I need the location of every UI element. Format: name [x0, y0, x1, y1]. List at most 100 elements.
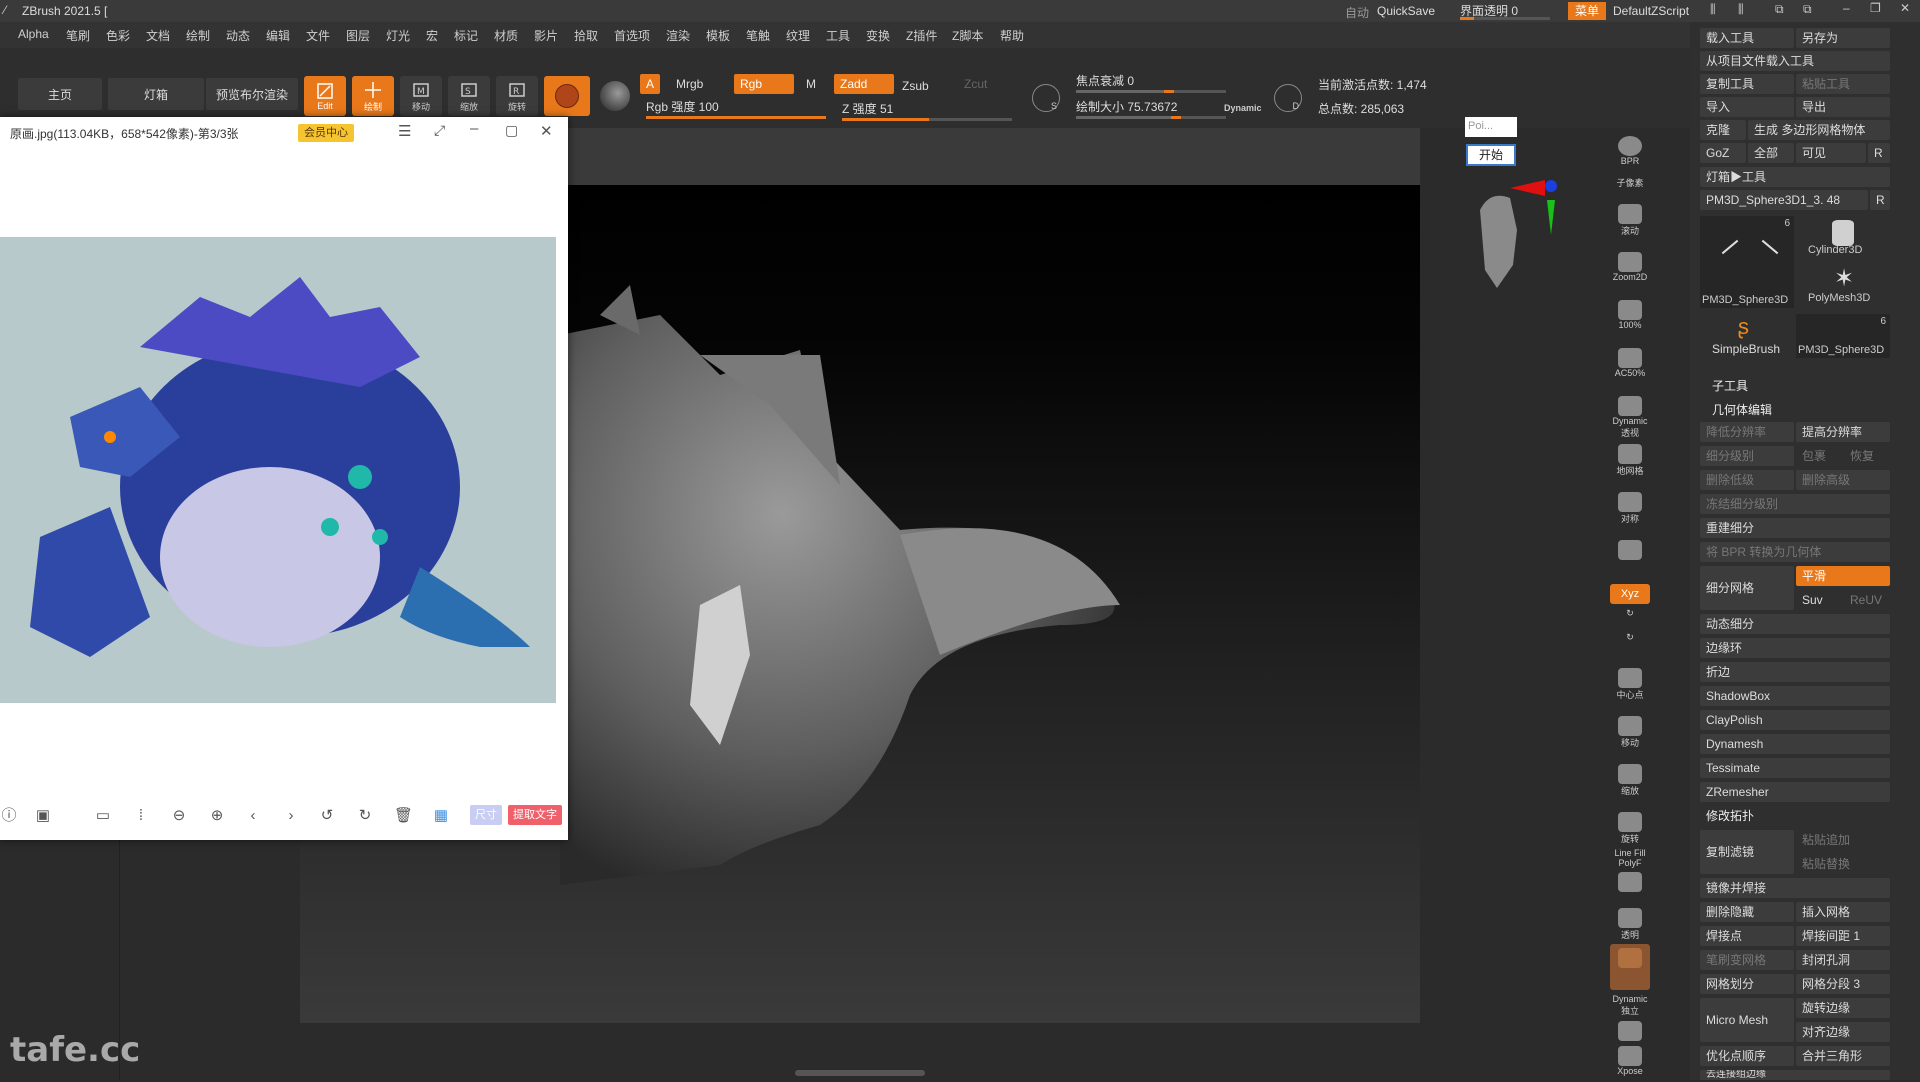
draw-button[interactable]: 绘制 [352, 76, 394, 116]
align-edge-button[interactable]: 对齐边缘 [1796, 1022, 1890, 1042]
dynamesh-header[interactable]: Dynamesh [1700, 734, 1890, 754]
bottom-scroll-handle[interactable] [795, 1070, 925, 1076]
prev-icon[interactable]: ‹ [244, 807, 262, 825]
unweld-button[interactable]: 去连接组边缘 [1700, 1070, 1890, 1080]
menu-zscript[interactable]: Z脚本 [952, 27, 983, 44]
move-view-button[interactable]: 移动 [1610, 712, 1650, 752]
micromesh-button[interactable]: Micro Mesh [1700, 998, 1794, 1042]
save-as-button[interactable]: 另存为 [1796, 28, 1890, 48]
draw-size-slider[interactable]: 绘制大小 75.73672 [1070, 96, 1183, 116]
zoom-in-icon[interactable]: ⊕ [208, 807, 226, 825]
focal-shift-slider[interactable]: 焦点衰减 0 [1070, 70, 1140, 90]
menu-stroke[interactable]: 笔触 [746, 27, 770, 44]
export-button[interactable]: 导出 [1796, 97, 1890, 117]
menu-brush[interactable]: 笔刷 [66, 27, 90, 44]
restore-icon[interactable]: ❐ [1870, 1, 1881, 15]
material-sphere-icon[interactable] [600, 81, 630, 111]
geometry-header[interactable]: 几何体编辑 [1706, 400, 1886, 420]
edit-button[interactable]: Edit [304, 76, 346, 116]
menu-preferences[interactable]: 首选项 [614, 27, 650, 44]
move-button[interactable]: M 移动 [400, 76, 442, 116]
menu-movie[interactable]: 影片 [534, 27, 558, 44]
navigation-gizmo[interactable] [1455, 170, 1585, 310]
tab-live-boolean[interactable]: 预览布尔渲染 [206, 78, 298, 110]
all-button[interactable]: 全部 [1748, 143, 1794, 163]
rotate-left-icon[interactable]: ↺ [318, 807, 336, 825]
minimize-icon[interactable]: – [470, 120, 478, 137]
del-lower-button[interactable]: 删除低级 [1700, 470, 1794, 490]
rgb-intensity-slider[interactable]: Rgb 强度 100 [640, 96, 725, 116]
paste-tool-button[interactable]: 粘贴工具 [1796, 74, 1890, 94]
actual-size-icon[interactable]: ⁞ [132, 807, 150, 825]
tab-lightbox[interactable]: 灯箱 [108, 78, 204, 110]
modify-topology-header[interactable]: 修改拓扑 [1700, 806, 1890, 826]
lightbox-tools-button[interactable]: 灯箱▶工具 [1700, 167, 1890, 187]
menu-file[interactable]: 文件 [306, 27, 330, 44]
default-zscript-button[interactable]: DefaultZScript [1613, 4, 1689, 18]
rstr-button[interactable]: 恢复 [1844, 446, 1890, 466]
menu-draw[interactable]: 绘制 [186, 27, 210, 44]
zoom-out-icon[interactable]: ⊖ [170, 807, 188, 825]
paste-append-button[interactable]: 粘贴追加 [1796, 830, 1890, 850]
ocr-button[interactable]: 提取文字 [508, 805, 562, 825]
tessimate-header[interactable]: Tessimate [1700, 758, 1890, 778]
rgb-intensity-track[interactable] [646, 116, 826, 119]
divide-button[interactable]: 细分网格 [1700, 566, 1794, 610]
rgb-toggle[interactable]: Rgb [734, 74, 794, 94]
goz-button[interactable]: GoZ [1700, 143, 1746, 163]
frame-button[interactable]: 中心点 [1610, 664, 1650, 704]
info-icon[interactable]: ⓘ [0, 807, 18, 825]
z-intensity-slider[interactable]: Z 强度 51 [836, 98, 899, 118]
xpose-button[interactable]: Xpose [1610, 1042, 1650, 1082]
line-fill-button[interactable]: Line Fill PolyF [1610, 848, 1650, 892]
zoom-100-button[interactable]: 100% [1610, 296, 1650, 336]
menu-picker[interactable]: 拾取 [574, 27, 598, 44]
mrgb-toggle[interactable]: Mrgb [670, 74, 709, 94]
layout2-icon[interactable]: ⫼ [1738, 2, 1744, 17]
xyz-toggle[interactable]: Xyz [1610, 584, 1650, 604]
ghost-button[interactable] [1610, 944, 1650, 990]
menu-light[interactable]: 灯光 [386, 27, 410, 44]
minimize-icon[interactable]: – [1843, 1, 1850, 15]
menu-transform[interactable]: 变换 [866, 27, 890, 44]
zremesher-header[interactable]: ZRemesher [1700, 782, 1890, 802]
edgeloop-header[interactable]: 边缘环 [1700, 638, 1890, 658]
bpr-button[interactable]: BPR [1610, 132, 1650, 172]
symmetry-button[interactable]: 对称 [1610, 488, 1650, 528]
mirror-weld-button[interactable]: 镜像并焊接 [1700, 878, 1890, 898]
load-from-project-button[interactable]: 从项目文件载入工具 [1700, 51, 1890, 71]
visible-button[interactable]: 可见 [1796, 143, 1866, 163]
menu-dynamic[interactable]: 动态 [226, 27, 250, 44]
freeze-sdiv-button[interactable]: 冻结细分级别 [1700, 494, 1890, 514]
reuv-toggle[interactable]: ReUV [1844, 590, 1890, 610]
solo-button[interactable]: Dynamic 独立 [1610, 994, 1650, 1041]
delete-icon[interactable]: 🗑 [394, 807, 413, 825]
menu-render[interactable]: 渲染 [666, 27, 690, 44]
menu-zplugin[interactable]: Z插件 [906, 27, 937, 44]
cage-button[interactable]: 包裹 [1796, 446, 1842, 466]
insert-mesh-button[interactable]: 插入网格 [1796, 902, 1890, 922]
crease-header[interactable]: 折边 [1700, 662, 1890, 682]
tool-thumb-sphere-2[interactable]: 6 PM3D_Sphere3D [1796, 314, 1890, 358]
paste-replace-button[interactable]: 粘贴替换 [1796, 854, 1890, 874]
palette-icon[interactable]: ⧉ [1803, 2, 1812, 17]
close-icon[interactable]: ✕ [1900, 1, 1910, 15]
window-icon[interactable]: ⧉ [1775, 2, 1784, 17]
scale-view-button[interactable]: 缩放 [1610, 760, 1650, 800]
make-polymesh-button[interactable]: 生成 多边形网格物体 [1748, 120, 1890, 140]
zoom2d-button[interactable]: Zoom2D [1610, 248, 1650, 288]
merge-tris-button[interactable]: 合并三角形 [1796, 1046, 1890, 1066]
zoom-ac50-button[interactable]: AC50% [1610, 344, 1650, 384]
copy-tool-button[interactable]: 复制工具 [1700, 74, 1794, 94]
measure-button[interactable]: 尺寸 [470, 805, 502, 825]
sdiv-slider[interactable]: 细分级别 [1700, 446, 1794, 466]
rotate-right-icon[interactable]: ↻ [356, 807, 374, 825]
spin-edge-button[interactable]: 旋转边缘 [1796, 998, 1890, 1018]
layout-icon[interactable]: ⫼ [1710, 2, 1716, 17]
menu-alpha[interactable]: Alpha [18, 27, 49, 41]
next-icon[interactable]: › [282, 807, 300, 825]
material-swatch[interactable] [544, 76, 590, 116]
load-tool-button[interactable]: 载入工具 [1700, 28, 1794, 48]
start-button[interactable]: 开始 [1466, 144, 1516, 166]
menu-material[interactable]: 材质 [494, 27, 518, 44]
